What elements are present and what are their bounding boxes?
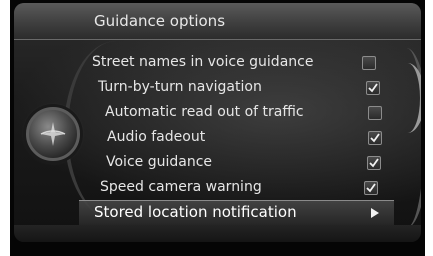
- menu-item-label: Automatic read out of traffic: [105, 104, 304, 120]
- menu-item-label: Audio fadeout: [107, 129, 206, 145]
- screen-frame: Guidance options Street names in voice g…: [10, 0, 425, 256]
- compass-icon: [40, 122, 66, 146]
- checkmark-icon: [369, 158, 379, 168]
- speed-camera-checkbox[interactable]: [364, 181, 378, 195]
- guidance-options-panel: Guidance options Street names in voice g…: [14, 3, 421, 242]
- menu-item-speed-camera[interactable]: Speed camera warning: [100, 176, 262, 198]
- traffic-readout-checkbox[interactable]: [368, 106, 382, 120]
- voice-guidance-checkbox[interactable]: [367, 156, 381, 170]
- turn-by-turn-checkbox[interactable]: [366, 81, 380, 95]
- checkmark-icon: [368, 83, 378, 93]
- street-names-checkbox[interactable]: [362, 56, 376, 70]
- navigation-knob-icon[interactable]: [26, 107, 80, 161]
- footer-band: [14, 225, 421, 242]
- checkmark-icon: [366, 183, 376, 193]
- play-arrow-icon: [371, 208, 379, 218]
- menu-item-stored-location[interactable]: Stored location notification: [94, 201, 297, 223]
- menu-item-label: Voice guidance: [106, 154, 213, 170]
- menu-item-label: Speed camera warning: [100, 179, 262, 195]
- page-title: Guidance options: [94, 12, 226, 30]
- menu-item-audio-fadeout[interactable]: Audio fadeout: [107, 126, 205, 148]
- menu-item-label: Street names in voice guidance: [92, 54, 314, 70]
- menu-item-turn-by-turn[interactable]: Turn-by-turn navigation: [98, 76, 262, 98]
- audio-fadeout-checkbox[interactable]: [368, 131, 382, 145]
- menu-item-traffic-readout[interactable]: Automatic read out of traffic: [105, 101, 304, 123]
- menu-item-label: Turn-by-turn navigation: [98, 79, 262, 95]
- header-bar: Guidance options: [14, 3, 421, 40]
- menu-item-label: Stored location notification: [94, 203, 297, 221]
- checkmark-icon: [370, 133, 380, 143]
- scrollbar-thumb[interactable]: [390, 63, 421, 133]
- menu-item-street-names[interactable]: Street names in voice guidance: [92, 51, 313, 73]
- menu-item-voice-guidance[interactable]: Voice guidance: [106, 151, 212, 173]
